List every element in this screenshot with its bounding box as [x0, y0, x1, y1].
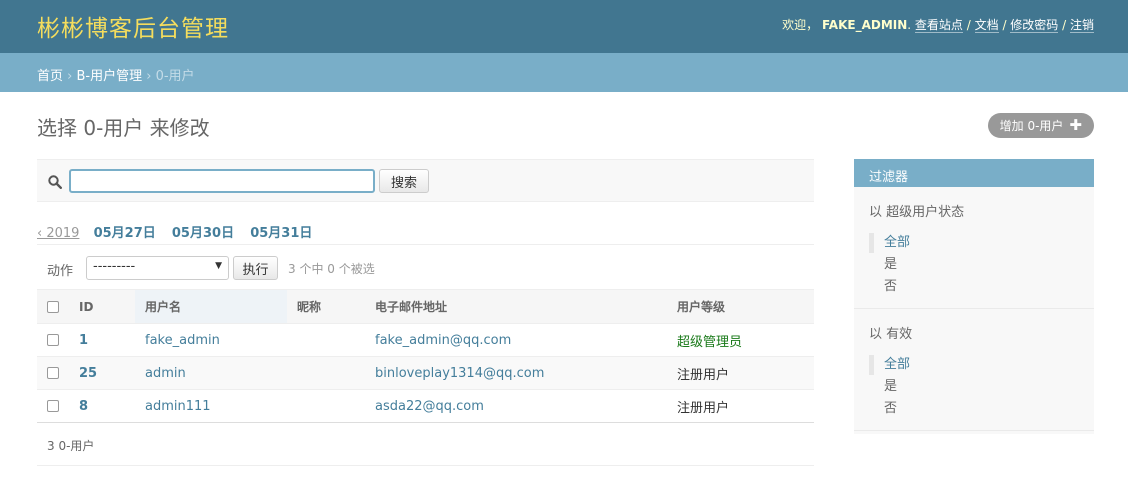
actions-bar: 动作 --------- ▼ 执行 3 个中 0 个被选	[37, 244, 814, 289]
paginator: 3 0-用户	[37, 422, 814, 466]
filter-panel: 过滤器 以 超级用户状态 全部 是 否 以 有效 全部 是 否	[854, 159, 1094, 434]
email-cell: binloveplay1314@qq.com	[365, 356, 667, 390]
username-link[interactable]: admin	[145, 366, 186, 381]
add-user-button[interactable]: 增加 0-用户 ✚	[987, 113, 1094, 138]
table-row: 1 fake_admin fake_admin@qq.com 超级管理员	[37, 323, 814, 357]
site-name[interactable]: 彬彬博客后台管理	[37, 9, 229, 43]
email-link[interactable]: fake_admin@qq.com	[375, 333, 511, 348]
filter-group-active: 以 有效 全部 是 否	[854, 309, 1094, 431]
separator: /	[962, 18, 975, 32]
filter-option: 全部	[869, 232, 1079, 254]
breadcrumb-home[interactable]: 首页	[37, 69, 63, 84]
filter-option-yes[interactable]: 是	[884, 379, 897, 394]
select-all-checkbox[interactable]	[47, 301, 59, 313]
separator: /	[998, 18, 1011, 32]
add-user-label: 增加 0-用户	[999, 119, 1064, 133]
id-cell: 8	[69, 389, 135, 423]
row-select-cell	[37, 356, 69, 390]
filter-option-all[interactable]: 全部	[884, 357, 910, 372]
email-link[interactable]: binloveplay1314@qq.com	[375, 366, 544, 381]
column-header-level[interactable]: 用户等级	[667, 289, 814, 324]
docs-link[interactable]: 文档	[974, 18, 999, 33]
filter-option: 否	[869, 398, 1079, 420]
level-cell: 注册用户	[667, 389, 814, 423]
filter-option-yes[interactable]: 是	[884, 257, 897, 272]
filter-group-title: 以 有效	[869, 327, 913, 342]
select-all-header	[37, 289, 69, 324]
date-hierarchy: ‹ 2019 05月27日 05月30日 05月31日	[37, 222, 324, 241]
column-header-username[interactable]: 用户名	[135, 289, 287, 324]
nickname-cell	[287, 356, 365, 390]
date-back-link[interactable]: ‹ 2019	[37, 226, 79, 241]
row-checkbox[interactable]	[47, 367, 59, 379]
id-link[interactable]: 1	[79, 333, 88, 348]
column-header-nickname[interactable]: 昵称	[287, 289, 365, 324]
user-tools: 欢迎， FAKE_ADMIN. 查看站点 / 文档 / 修改密码 / 注销	[782, 18, 1094, 33]
action-select[interactable]: --------- ▼	[86, 256, 229, 280]
action-label: 动作	[47, 264, 74, 279]
date-link[interactable]: 05月30日	[172, 226, 234, 241]
row-select-cell	[37, 323, 69, 357]
welcome-text: 欢迎，	[782, 18, 819, 32]
nickname-cell	[287, 323, 365, 357]
username-link[interactable]: admin111	[145, 399, 211, 414]
header: 彬彬博客后台管理 欢迎， FAKE_ADMIN. 查看站点 / 文档 / 修改密…	[0, 0, 1128, 53]
page-title: 选择 0-用户 来修改	[37, 116, 210, 140]
action-selected-value: ---------	[93, 259, 136, 274]
filter-option-all[interactable]: 全部	[884, 235, 910, 250]
plus-icon: ✚	[1069, 116, 1082, 134]
row-checkbox[interactable]	[47, 400, 59, 412]
breadcrumb-current: 0-用户	[155, 69, 195, 84]
table-header-row: ID 用户名 昵称 电子邮件地址 用户等级	[37, 289, 814, 324]
nickname-cell	[287, 389, 365, 423]
filter-group-superuser: 以 超级用户状态 全部 是 否	[854, 187, 1094, 309]
table-row: 8 admin111 asda22@qq.com 注册用户	[37, 389, 814, 423]
breadcrumb-sep: ›	[142, 69, 156, 84]
change-password-link[interactable]: 修改密码	[1010, 18, 1059, 33]
search-button[interactable]: 搜索	[379, 169, 429, 193]
result-table: ID 用户名 昵称 电子邮件地址 用户等级 1 fake_admin fake_…	[37, 289, 814, 423]
level-cell: 超级管理员	[667, 323, 814, 357]
breadcrumb-sep: ›	[63, 69, 77, 84]
chevron-down-icon: ▼	[215, 261, 222, 271]
search-toolbar: 搜索	[37, 159, 814, 202]
username-link[interactable]: fake_admin	[145, 333, 220, 348]
username-cell: admin111	[135, 389, 287, 423]
filter-option-no[interactable]: 否	[884, 401, 897, 416]
filter-option: 是	[869, 376, 1079, 398]
date-link[interactable]: 05月27日	[94, 226, 156, 241]
column-header-email[interactable]: 电子邮件地址	[365, 289, 667, 324]
filter-option: 是	[869, 254, 1079, 276]
row-select-cell	[37, 389, 69, 423]
separator: /	[1058, 18, 1070, 32]
username-cell: admin	[135, 356, 287, 390]
search-input[interactable]	[69, 169, 375, 193]
view-site-link[interactable]: 查看站点	[914, 18, 963, 33]
filter-option: 否	[869, 276, 1079, 298]
email-cell: fake_admin@qq.com	[365, 323, 667, 357]
filter-option-no[interactable]: 否	[884, 279, 897, 294]
breadcrumb-app[interactable]: B-用户管理	[76, 69, 142, 84]
id-link[interactable]: 8	[79, 399, 88, 414]
table-row: 25 admin binloveplay1314@qq.com 注册用户	[37, 356, 814, 390]
filter-title: 过滤器	[854, 159, 1094, 187]
username: FAKE_ADMIN	[821, 18, 908, 32]
filter-option: 全部	[869, 354, 1079, 376]
run-action-button[interactable]: 执行	[233, 256, 278, 280]
date-link[interactable]: 05月31日	[250, 226, 312, 241]
username-cell: fake_admin	[135, 323, 287, 357]
email-link[interactable]: asda22@qq.com	[375, 399, 484, 414]
logout-link[interactable]: 注销	[1069, 18, 1094, 33]
level-cell: 注册用户	[667, 356, 814, 390]
filter-group-title: 以 超级用户状态	[869, 205, 965, 220]
id-cell: 25	[69, 356, 135, 390]
breadcrumb: 首页 › B-用户管理 › 0-用户	[0, 53, 1128, 92]
search-icon	[48, 175, 62, 189]
email-cell: asda22@qq.com	[365, 389, 667, 423]
row-checkbox[interactable]	[47, 334, 59, 346]
id-link[interactable]: 25	[79, 366, 97, 381]
selection-counter: 3 个中 0 个被选	[288, 262, 375, 276]
column-header-id[interactable]: ID	[69, 289, 135, 324]
id-cell: 1	[69, 323, 135, 357]
